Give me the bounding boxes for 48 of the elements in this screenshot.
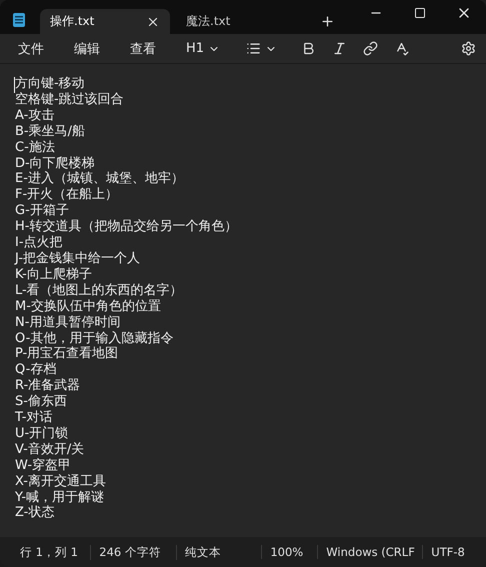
notepad-icon <box>12 12 26 28</box>
status-item: UTF-8 <box>422 545 486 559</box>
text-line: Q-存档 <box>15 362 58 378</box>
text-line: X-离开交通工具 <box>15 474 107 490</box>
text-line: F-开火（在船上） <box>15 187 120 204</box>
text-line: 空格键-跳过该回合 <box>15 92 125 108</box>
tab[interactable]: 魔法.txt <box>176 9 306 34</box>
text-line: I-点火把 <box>15 235 64 251</box>
text-line: C-施法 <box>15 140 56 156</box>
text-line: H-转交道具（把物品交给另一个角色） <box>15 219 238 235</box>
text-line: T-对话 <box>15 410 54 426</box>
status-item: 100% <box>261 545 318 559</box>
text-line: K-向上爬梯子 <box>15 266 93 283</box>
spellcheck-icon[interactable] <box>394 41 410 56</box>
text-line: P-用宝石查看地图 <box>15 346 120 362</box>
text-line: 方向键-移动 <box>15 76 86 92</box>
text-line: Z-状态 <box>15 505 56 522</box>
menu-item[interactable]: 查看 <box>122 36 164 60</box>
text-line: J-把金钱集中给一个人 <box>15 250 142 267</box>
status-item: Windows (CRLF <box>317 545 422 559</box>
italic-icon[interactable] <box>332 41 348 56</box>
text-line: N-用道具暂停时间 <box>15 314 122 330</box>
text-line: S-偷东西 <box>15 394 68 410</box>
text-line: R-准备武器 <box>15 378 82 394</box>
text-line: B-乘坐马/船 <box>15 124 86 140</box>
status-item: 行 1，列 1 <box>19 544 79 560</box>
text-line: O-其他，用于输入隐藏指令 <box>15 330 174 346</box>
text-line: W-穿盔甲 <box>15 458 72 474</box>
bold-icon[interactable] <box>301 41 316 56</box>
text-line: U-开门锁 <box>15 426 70 442</box>
menu-item[interactable]: 文件 <box>10 36 52 60</box>
status-item: 246 个字符 <box>90 544 176 560</box>
text-line: D-向下爬楼梯 <box>15 156 96 171</box>
settings-icon[interactable] <box>461 41 476 56</box>
status-item: 纯文本 <box>176 544 262 560</box>
text-cursor <box>14 77 15 93</box>
tab[interactable]: 操作.txt <box>40 9 170 34</box>
text-line: G-开箱子 <box>15 203 70 219</box>
text-line: A-攻击 <box>15 108 56 124</box>
text-line: M-交换队伍中角色的位置 <box>15 298 162 315</box>
text-line: V-音效开/关 <box>15 442 86 458</box>
text-line: Y-喊，用于解谜 <box>15 490 106 505</box>
text-line: E-进入（城镇、城堡、地牢） <box>15 171 185 187</box>
list-icon <box>246 41 262 56</box>
text-line: L-看（地图上的东西的名字） <box>15 282 184 299</box>
menu-item[interactable]: 编辑 <box>66 36 108 60</box>
link-icon[interactable] <box>363 41 378 56</box>
heading-dropdown[interactable]: H1 <box>178 38 228 59</box>
